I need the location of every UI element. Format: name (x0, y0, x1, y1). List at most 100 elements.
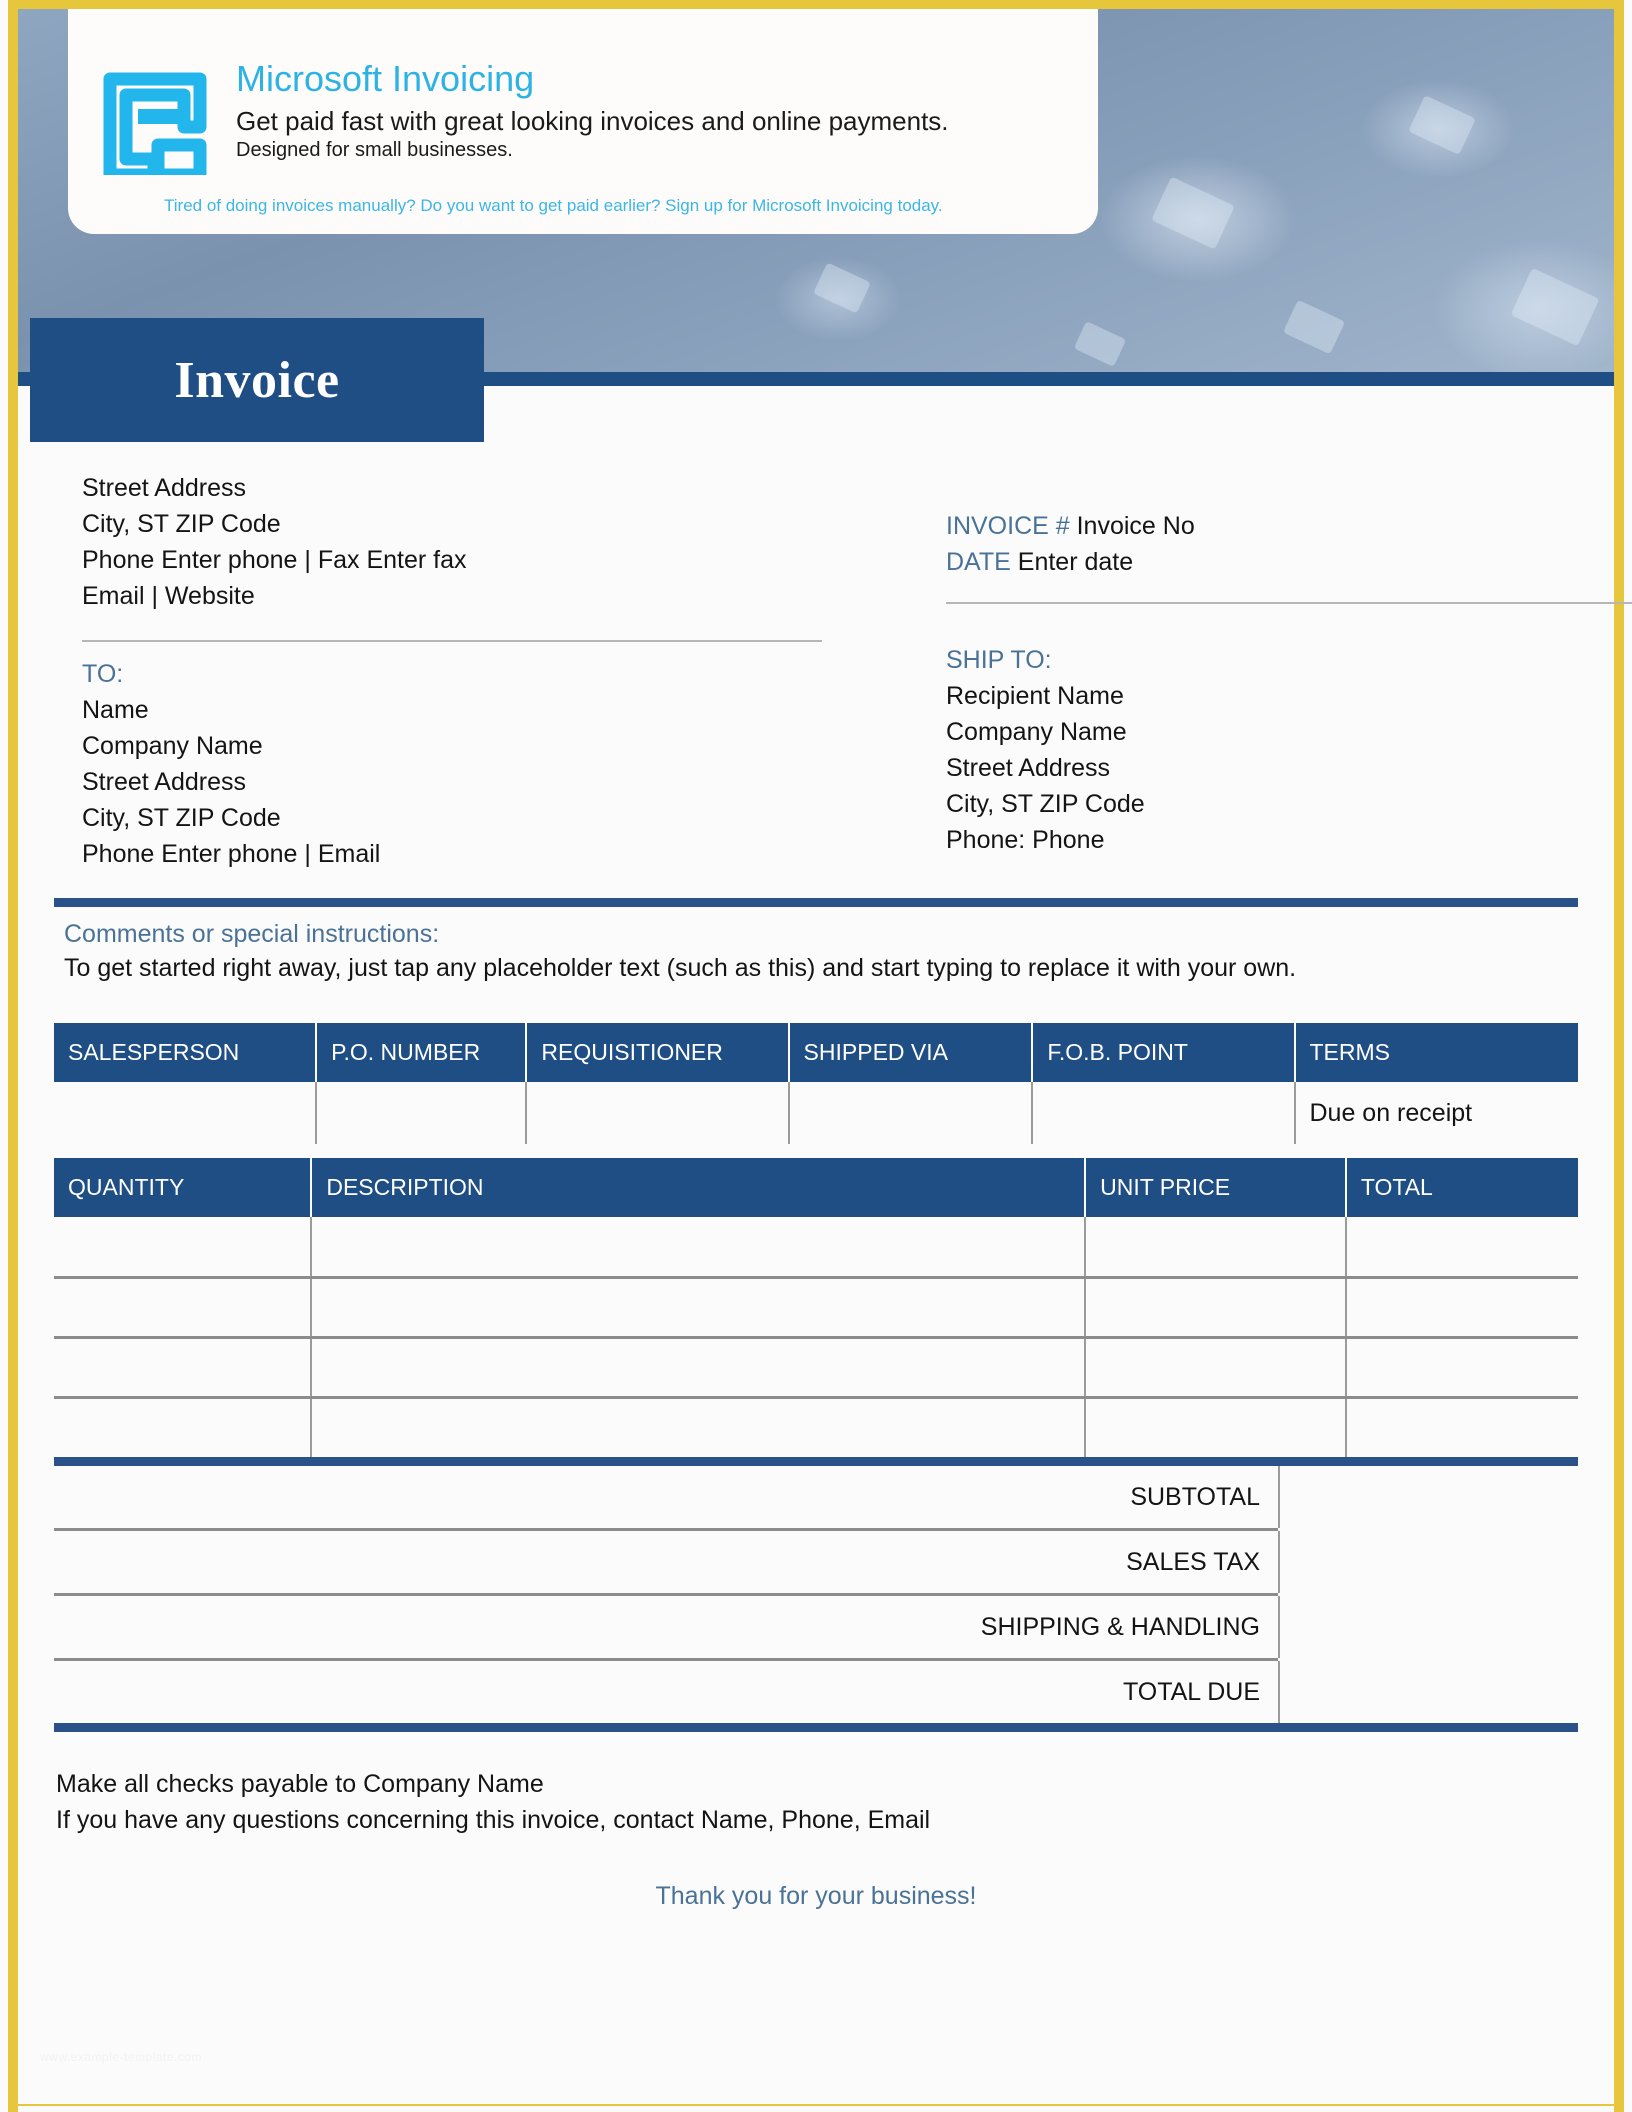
cell-unit-price[interactable] (1085, 1217, 1347, 1279)
invoice-date-value[interactable]: Enter date (1018, 548, 1133, 576)
totals-row-total-due[interactable]: TOTAL DUE (54, 1661, 1578, 1723)
thank-you-message: Thank you for your business! (655, 1882, 977, 1910)
totals-separator (54, 1593, 1278, 1596)
cell-po-number[interactable] (316, 1082, 528, 1144)
table-row[interactable] (54, 1337, 1578, 1399)
invoice-meta-block[interactable]: INVOICE # Invoice No DATE Enter date (894, 386, 1586, 580)
comments-body[interactable]: To get started right away, just tap any … (64, 951, 1586, 985)
col-description: DESCRIPTION (311, 1158, 1087, 1217)
promo-signup-link[interactable]: Tired of doing invoices manually? Do you… (164, 196, 943, 216)
totals-row-shipping[interactable]: SHIPPING & HANDLING (54, 1596, 1578, 1658)
page-border-left (8, 0, 18, 2112)
line-items-table: QUANTITY DESCRIPTION UNIT PRICE TOTAL (46, 1158, 1586, 1457)
page-border-right (1614, 0, 1624, 2112)
cell-description[interactable] (311, 1217, 1087, 1279)
cell-quantity[interactable] (54, 1277, 313, 1339)
invoice-body: Street Address City, ST ZIP Code Phone E… (18, 386, 1632, 2104)
totals-bottom-bar (54, 1723, 1578, 1732)
promo-subtitle-secondary: Designed for small businesses. (236, 139, 513, 161)
cell-unit-price[interactable] (1085, 1277, 1347, 1339)
cell-total[interactable] (1346, 1397, 1578, 1457)
invoice-number-row: INVOICE # Invoice No (946, 508, 1586, 544)
col-terms: TERMS (1294, 1023, 1578, 1082)
totals-separator (54, 1658, 1278, 1661)
invoice-number-value[interactable]: Invoice No (1077, 512, 1195, 540)
sales-tax-value[interactable] (1278, 1531, 1578, 1593)
subtotal-label: SUBTOTAL (1130, 1482, 1260, 1511)
ship-to-label: SHIP TO: (946, 646, 1052, 674)
comments-label: Comments or special instructions: (64, 920, 440, 948)
shipping-value[interactable] (1278, 1596, 1578, 1658)
col-fob-point: F.O.B. POINT (1032, 1023, 1296, 1082)
totals-row-subtotal[interactable]: SUBTOTAL (54, 1466, 1578, 1528)
bill-to-line: Street Address (82, 768, 246, 796)
bill-to-block[interactable]: TO: Name Company Name Street Address Cit… (46, 642, 836, 872)
invoice-date-label: DATE (946, 548, 1011, 576)
footer-payable-line: Make all checks payable to Company Name (56, 1770, 544, 1798)
totals-row-sales-tax[interactable]: SALES TAX (54, 1531, 1578, 1593)
page-watermark: www.example-template.com (40, 2050, 203, 2064)
col-salesperson: SALESPERSON (54, 1023, 318, 1082)
microsoft-invoicing-promo-card[interactable]: Microsoft Invoicing Get paid fast with g… (68, 9, 1098, 234)
ship-to-line: City, ST ZIP Code (946, 790, 1145, 818)
col-quantity: QUANTITY (54, 1158, 313, 1217)
cell-salesperson[interactable] (54, 1082, 318, 1144)
invoice-document-icon (96, 59, 226, 182)
bill-to-line: Name (82, 696, 149, 724)
cell-description[interactable] (311, 1277, 1087, 1339)
cell-total[interactable] (1345, 1337, 1578, 1399)
bill-to-line: Company Name (82, 732, 263, 760)
col-unit-price: UNIT PRICE (1085, 1158, 1347, 1217)
col-po-number: P.O. NUMBER (316, 1023, 528, 1082)
total-due-value[interactable] (1278, 1661, 1578, 1723)
cell-unit-price[interactable] (1085, 1397, 1347, 1457)
ship-to-line: Phone: Phone (946, 826, 1105, 854)
cell-quantity[interactable] (54, 1217, 313, 1279)
ship-to-line: Street Address (946, 754, 1110, 782)
invoice-number-label: INVOICE # (946, 512, 1070, 540)
cell-description[interactable] (311, 1337, 1087, 1399)
totals-section: SUBTOTAL SALES TAX SHIPPING & HANDLING T… (46, 1466, 1586, 1723)
cell-terms[interactable]: Due on receipt (1295, 1082, 1579, 1144)
comments-section[interactable]: Comments or special instructions: To get… (46, 907, 1586, 985)
cell-description[interactable] (311, 1397, 1087, 1457)
order-info-table: SALESPERSON P.O. NUMBER REQUISITIONER SH… (46, 1023, 1586, 1144)
address-meta-row: Street Address City, ST ZIP Code Phone E… (46, 386, 1632, 872)
table-row[interactable] (54, 1397, 1578, 1457)
order-info-header-row: SALESPERSON P.O. NUMBER REQUISITIONER SH… (54, 1023, 1578, 1082)
cell-quantity[interactable] (54, 1337, 313, 1399)
bill-to-label: TO: (82, 660, 124, 688)
footer-questions-line: If you have any questions concerning thi… (56, 1806, 931, 1834)
cell-unit-price[interactable] (1085, 1337, 1347, 1399)
table-row[interactable] (54, 1277, 1578, 1339)
bill-to-line: City, ST ZIP Code (82, 804, 281, 832)
page-title: Invoice (30, 318, 484, 442)
invoice-page: Microsoft Invoicing Get paid fast with g… (0, 0, 1632, 2112)
subtotal-value[interactable] (1278, 1466, 1578, 1528)
cell-total[interactable] (1345, 1217, 1578, 1279)
invoice-date-row: DATE Enter date (946, 544, 1586, 580)
footer-notes: Make all checks payable to Company Name … (46, 1732, 1586, 1838)
table-row[interactable] (54, 1217, 1578, 1279)
ship-to-line: Recipient Name (946, 682, 1124, 710)
table-row[interactable]: Due on receipt (54, 1082, 1578, 1144)
cell-quantity[interactable] (54, 1397, 313, 1457)
line-items-header-row: QUANTITY DESCRIPTION UNIT PRICE TOTAL (54, 1158, 1578, 1217)
comments-top-bar (54, 898, 1578, 907)
promo-subtitle: Get paid fast with great looking invoice… (236, 106, 949, 136)
cell-fob-point[interactable] (1032, 1082, 1296, 1144)
sender-line: Email | Website (82, 582, 255, 610)
sender-line: Street Address (82, 474, 246, 502)
col-requisitioner: REQUISITIONER (526, 1023, 790, 1082)
col-total: TOTAL (1345, 1158, 1578, 1217)
page-title-label: Invoice (174, 351, 340, 409)
ship-to-block[interactable]: SHIP TO: Recipient Name Company Name Str… (894, 604, 1586, 858)
shipping-label: SHIPPING & HANDLING (980, 1612, 1260, 1641)
cell-shipped-via[interactable] (788, 1082, 1034, 1144)
totals-top-bar (54, 1457, 1578, 1466)
cell-total[interactable] (1345, 1277, 1578, 1339)
total-due-label: TOTAL DUE (1122, 1677, 1260, 1706)
sender-line: Phone Enter phone | Fax Enter fax (82, 546, 467, 574)
ship-to-line: Company Name (946, 718, 1127, 746)
cell-requisitioner[interactable] (526, 1082, 790, 1144)
